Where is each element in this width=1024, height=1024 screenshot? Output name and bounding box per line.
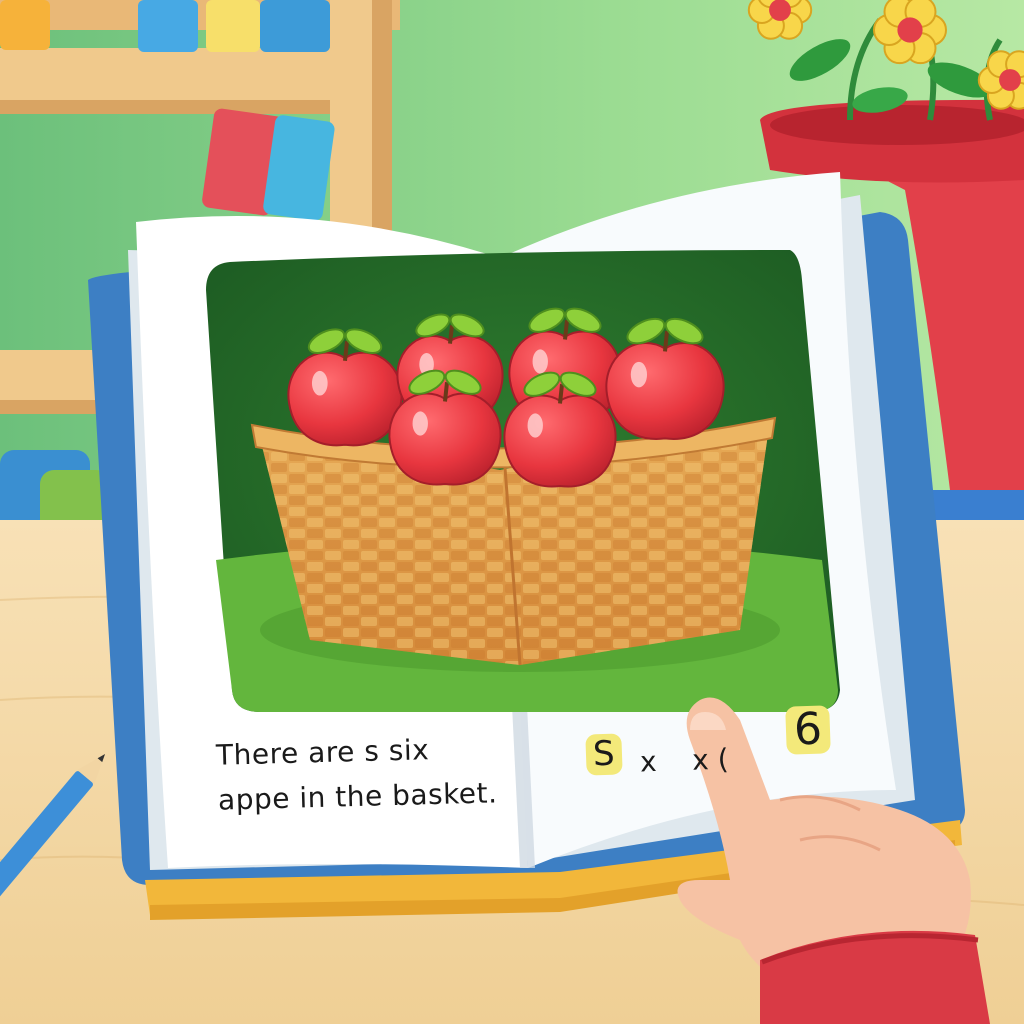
left-page-text-line-1: There are s six [215,733,430,772]
right-page-highlight-s: S [585,733,623,776]
scene-illustration [0,0,1024,1024]
flower [873,0,947,65]
right-page-highlight-6: 6 [785,704,831,755]
right-page-text: x x ( [639,742,730,779]
